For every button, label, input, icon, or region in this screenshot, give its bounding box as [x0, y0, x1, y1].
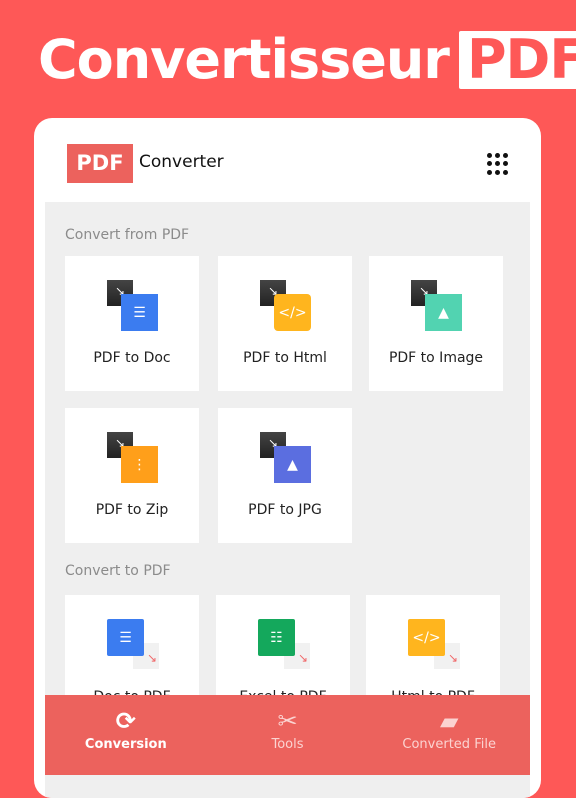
grid-dots-icon[interactable] — [487, 153, 509, 175]
tile-pdf-to-jpg[interactable]: ↘ ▲ PDF to JPG — [218, 408, 352, 543]
doc-icon: ↘ ☰ — [107, 280, 159, 332]
image-icon: ↘ ▲ — [411, 280, 463, 332]
section-title-to-pdf: Convert to PDF — [65, 563, 171, 579]
section-title-from-pdf: Convert from PDF — [65, 227, 190, 243]
nav-label: Tools — [271, 737, 304, 752]
html-code-icon: ↘ </> — [260, 280, 312, 332]
zip-icon: ↘ ⋮ — [107, 432, 159, 484]
tile-label: PDF to Html — [243, 350, 327, 366]
tile-pdf-to-html[interactable]: ↘ </> PDF to Html — [218, 256, 352, 391]
tile-label: PDF to Image — [388, 350, 484, 366]
hero-title: Convertisseur PDF — [38, 28, 576, 91]
nav-tools[interactable]: ✂ Tools — [207, 695, 369, 775]
nav-converted-file[interactable]: ▰ Converted File — [368, 695, 530, 775]
tile-pdf-to-image[interactable]: ↘ ▲ PDF to Image — [369, 256, 503, 391]
app-card: PDF Converter Convert from PDF Convert t… — [34, 118, 541, 798]
tile-pdf-to-doc[interactable]: ↘ ☰ PDF to Doc — [65, 256, 199, 391]
nav-label: Converted File — [402, 737, 496, 752]
excel-icon: ↘ ☷ — [258, 619, 310, 671]
hero-badge: PDF — [458, 30, 576, 89]
tile-label: PDF to Doc — [93, 350, 171, 366]
app-logo: PDF — [67, 144, 133, 183]
nav-label: Conversion — [84, 737, 167, 752]
refresh-icon: ⟳ — [115, 707, 136, 735]
hero-text: Convertisseur — [38, 28, 450, 91]
nav-conversion[interactable]: ⟳ Conversion — [45, 695, 207, 775]
tools-icon: ✂ — [277, 707, 298, 735]
html-code-icon: ↘ </> — [408, 619, 460, 671]
app-title: Converter — [139, 152, 224, 172]
tile-label: PDF to Zip — [95, 502, 169, 518]
folder-icon: ▰ — [439, 707, 459, 735]
jpg-image-icon: ↘ ▲ — [260, 432, 312, 484]
tile-pdf-to-zip[interactable]: ↘ ⋮ PDF to Zip — [65, 408, 199, 543]
doc-icon: ↘ ☰ — [107, 619, 159, 671]
tile-label: PDF to JPG — [248, 502, 322, 518]
bottom-nav: ⟳ Conversion ✂ Tools ▰ Converted File — [45, 695, 530, 775]
